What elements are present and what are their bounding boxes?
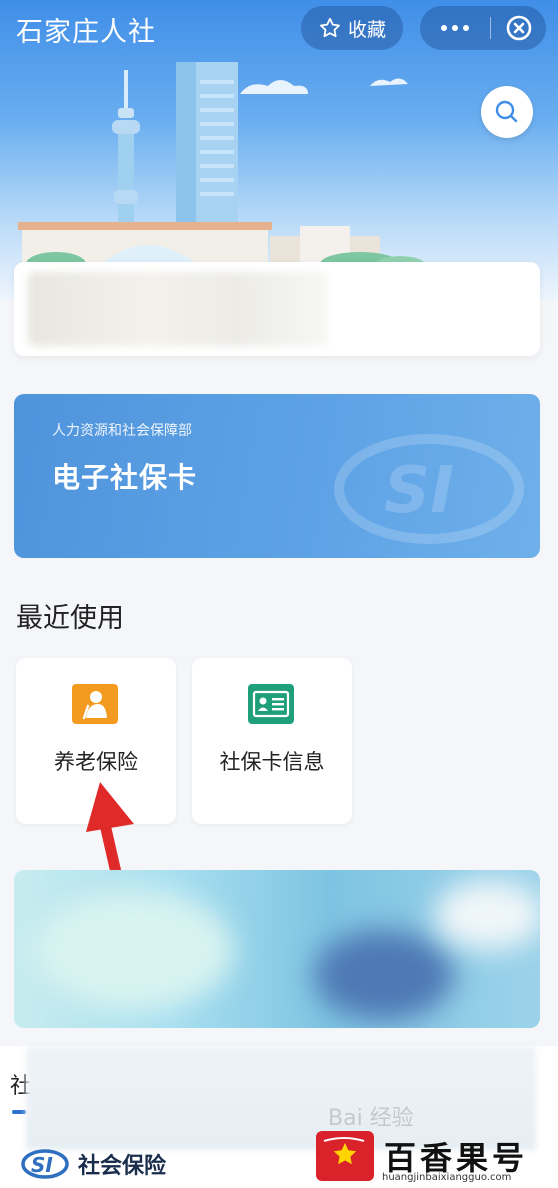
watermark-url: huangjinbaixiangguo.com — [382, 1172, 512, 1183]
id-card-icon — [248, 684, 294, 724]
banner-blur-shape — [314, 930, 454, 1020]
banner-blur-shape — [434, 880, 540, 950]
svg-text:SI: SI — [31, 1153, 53, 1177]
search-icon — [495, 100, 518, 123]
ss-card-title: 电子社保卡 — [52, 461, 198, 494]
ss-card-info-tile[interactable]: 社保卡信息 — [192, 658, 352, 824]
electronic-ss-card[interactable]: 人力资源和社会保障部 电子社保卡 SI — [14, 394, 540, 558]
svg-text:SI: SI — [384, 454, 454, 528]
ss-card-subtitle: 人力资源和社会保障部 — [52, 423, 192, 439]
close-circle-icon[interactable] — [491, 6, 546, 50]
ss-card-info-label: 社保卡信息 — [219, 750, 325, 774]
mini-program-capsule — [420, 6, 546, 50]
favorite-button[interactable]: 收藏 — [301, 6, 403, 50]
pension-label: 养老保险 — [54, 750, 138, 774]
promo-banner[interactable] — [14, 870, 540, 1028]
search-button[interactable] — [481, 86, 533, 138]
footer-label: 社会保险 — [78, 1154, 167, 1179]
banner-blur-shape — [34, 890, 234, 1010]
blurred-user-info — [28, 272, 328, 346]
app-title: 石家庄人社 — [16, 17, 156, 48]
tab-active-indicator — [12, 1110, 26, 1114]
si-footer-logo-icon: SI — [21, 1149, 69, 1179]
more-dots-icon[interactable] — [420, 6, 490, 50]
baidu-watermark: Bai 经验 — [328, 1106, 414, 1131]
si-logo-icon: SI — [334, 434, 524, 544]
user-info-card[interactable] — [14, 262, 540, 356]
header-banner: 石家庄人社 收藏 — [0, 0, 558, 300]
star-icon — [319, 17, 340, 38]
footer-brand: SI 社会保险 — [20, 1148, 166, 1180]
recent-section-title: 最近使用 — [16, 603, 124, 634]
favorite-label: 收藏 — [347, 18, 386, 41]
pension-icon — [72, 684, 118, 724]
star-logo-icon — [316, 1131, 374, 1181]
